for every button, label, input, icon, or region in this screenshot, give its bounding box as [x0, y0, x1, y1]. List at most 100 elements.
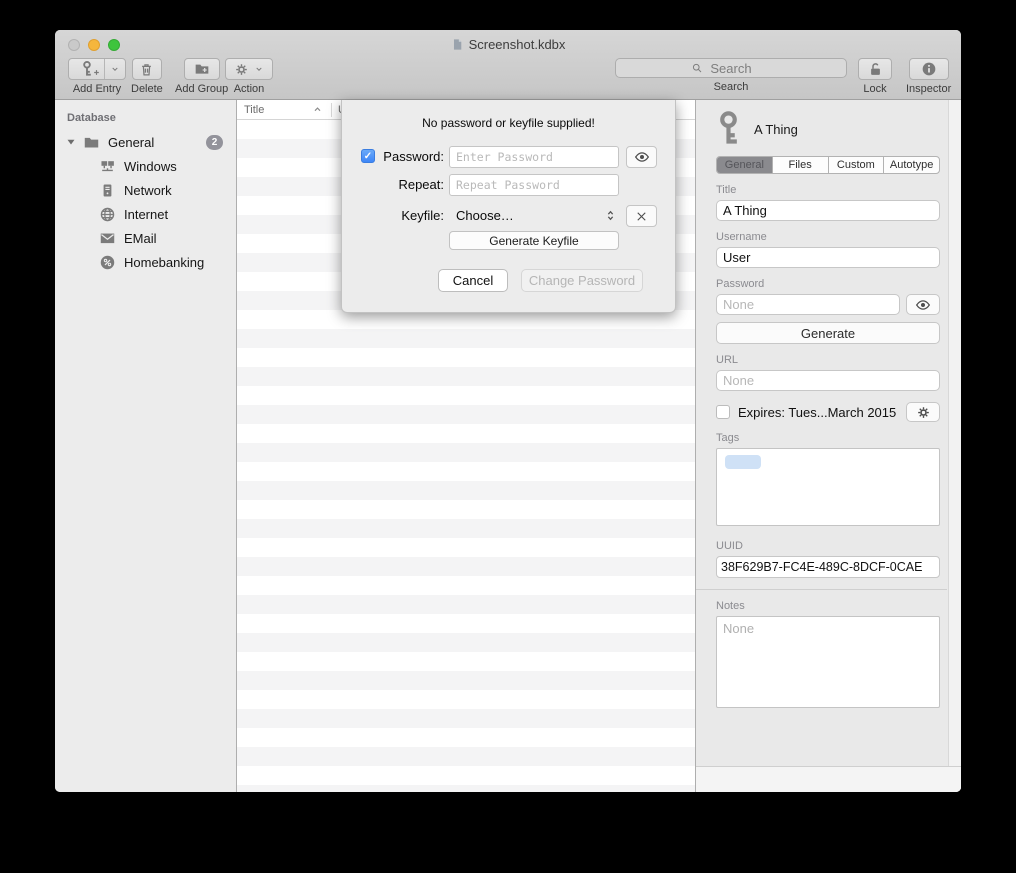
trash-icon: [139, 62, 154, 77]
url-field[interactable]: [716, 370, 940, 391]
key-plus-icon: [69, 59, 104, 79]
sidebar-item-general[interactable]: General 2: [55, 130, 236, 154]
toolbar-lock: Lock: [858, 58, 892, 95]
tab-custom[interactable]: Custom: [829, 157, 885, 173]
inspector-panel: A Thing General Files Custom Autotype Ti…: [695, 100, 961, 792]
column-divider[interactable]: [331, 103, 332, 117]
key-icon: [716, 111, 741, 147]
uuid-field[interactable]: 38F629B7-FC4E-489C-8DCF-0CAE: [716, 556, 940, 578]
keyfile-popup[interactable]: Choose…: [456, 205, 514, 227]
sidebar-item-label: EMail: [124, 231, 157, 246]
keyfile-label: Keyfile:: [342, 205, 444, 227]
tab-files[interactable]: Files: [773, 157, 829, 173]
app-window: Screenshot.kdbx Add Entry Delete: [55, 30, 961, 792]
expires-label: Expires: Tues...March 2015: [738, 405, 898, 420]
sidebar-item-label: General: [108, 135, 154, 150]
repeat-label: Repeat:: [342, 174, 444, 196]
enter-password-input[interactable]: [449, 146, 619, 168]
sidebar-section-header: Database: [55, 108, 236, 130]
envelope-icon: [99, 230, 116, 247]
popup-updown-icon[interactable]: [604, 208, 617, 223]
gear-icon: [234, 62, 249, 77]
sheet-message: No password or keyfile supplied!: [342, 116, 675, 130]
inspector-scrollbar[interactable]: [948, 100, 961, 792]
sidebar-item-windows[interactable]: Windows: [55, 154, 236, 178]
inspector-tabs: General Files Custom Autotype: [716, 156, 940, 174]
toolbar-action: Action: [225, 58, 273, 95]
action-label: Action: [234, 83, 265, 95]
title-field[interactable]: [716, 200, 940, 221]
section-divider: [696, 589, 947, 590]
notes-placeholder: None: [723, 621, 754, 636]
globe-icon: [99, 206, 116, 223]
sidebar-item-internet[interactable]: Internet: [55, 202, 236, 226]
window-title: Screenshot.kdbx: [55, 35, 961, 53]
tags-label: Tags: [716, 432, 940, 444]
add-group-label: Add Group: [175, 83, 228, 95]
entry-count-badge: 2: [206, 135, 223, 150]
sidebar-item-label: Windows: [124, 159, 177, 174]
notes-field[interactable]: None: [716, 616, 940, 708]
clear-keyfile-button[interactable]: [626, 205, 657, 227]
folder-icon: [83, 134, 100, 151]
tag-chip[interactable]: [725, 455, 761, 469]
inspector-header: A Thing: [716, 108, 940, 150]
lock-open-icon: [868, 62, 883, 77]
gear-icon: [916, 405, 931, 420]
password-field[interactable]: [716, 294, 900, 315]
action-button[interactable]: [225, 58, 273, 80]
inspector-footer: [696, 766, 961, 792]
cancel-button[interactable]: Cancel: [438, 269, 508, 292]
password-label: Password: [716, 278, 940, 290]
sort-ascending-icon: [312, 104, 323, 115]
add-entry-dropdown[interactable]: [104, 59, 125, 79]
close-icon: [634, 209, 649, 224]
lock-button[interactable]: [858, 58, 892, 80]
inspector-label: Inspector: [906, 83, 951, 95]
change-password-button: Change Password: [521, 269, 643, 292]
expires-checkbox[interactable]: [716, 405, 730, 419]
window-title-text: Screenshot.kdbx: [469, 37, 566, 52]
sidebar-item-label: Internet: [124, 207, 168, 222]
add-entry-label: Add Entry: [73, 83, 121, 95]
disclosure-triangle-icon[interactable]: [65, 136, 77, 148]
tags-field[interactable]: [716, 448, 940, 526]
tab-autotype[interactable]: Autotype: [884, 157, 939, 173]
reveal-password-button[interactable]: [906, 294, 940, 315]
repeat-password-input[interactable]: [449, 174, 619, 196]
column-header-title[interactable]: Title: [237, 104, 312, 116]
repeat-row: Repeat:: [342, 174, 675, 196]
add-entry-button[interactable]: [68, 58, 126, 80]
sidebar-item-label: Network: [124, 183, 172, 198]
toolbar-inspector: Inspector: [906, 58, 951, 95]
generate-keyfile-button[interactable]: Generate Keyfile: [449, 231, 619, 250]
username-field[interactable]: [716, 247, 940, 268]
generate-button[interactable]: Generate: [716, 322, 940, 344]
toolbar-delete: Delete: [131, 58, 163, 95]
inspector-button[interactable]: [909, 58, 949, 80]
sidebar-item-email[interactable]: EMail: [55, 226, 236, 250]
toolbar-add-entry: Add Entry: [68, 58, 126, 95]
sidebar: Database General 2 Windows Network Inter…: [55, 100, 237, 792]
sidebar-item-network[interactable]: Network: [55, 178, 236, 202]
percent-icon: [99, 254, 116, 271]
password-label: Password:: [342, 146, 444, 168]
tab-general[interactable]: General: [717, 157, 773, 173]
folder-plus-icon: [194, 61, 210, 77]
search-label: Search: [714, 81, 749, 93]
delete-button[interactable]: [132, 58, 162, 80]
title-label: Title: [716, 184, 940, 196]
eye-icon: [634, 149, 650, 165]
search-input[interactable]: [615, 58, 847, 78]
sidebar-item-homebanking[interactable]: Homebanking: [55, 250, 236, 274]
expiry-settings-button[interactable]: [906, 402, 940, 422]
expires-row: Expires: Tues...March 2015: [716, 402, 940, 422]
delete-label: Delete: [131, 83, 163, 95]
reveal-password-button[interactable]: [626, 146, 657, 168]
url-label: URL: [716, 354, 940, 366]
add-group-button[interactable]: [184, 58, 220, 80]
username-label: Username: [716, 231, 940, 243]
lock-label: Lock: [863, 83, 886, 95]
window-header: Screenshot.kdbx Add Entry Delete: [55, 30, 961, 100]
toolbar-add-group: Add Group: [175, 58, 228, 95]
